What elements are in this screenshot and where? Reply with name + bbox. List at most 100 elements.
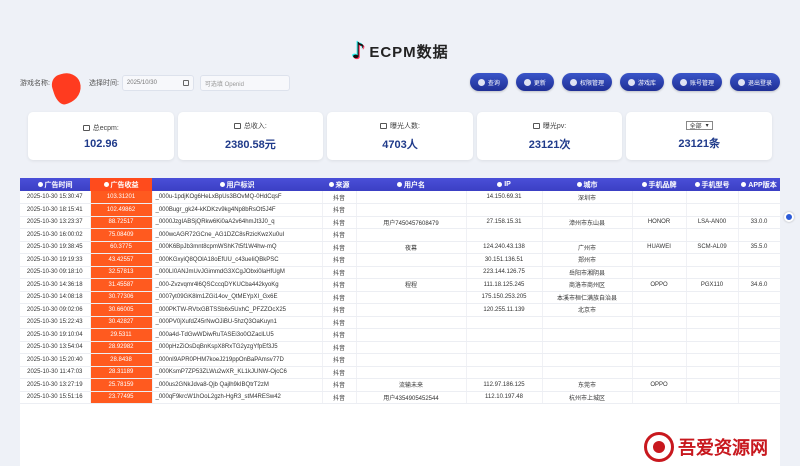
table-cell <box>738 291 780 304</box>
table-cell <box>542 366 633 379</box>
table-cell <box>356 203 467 217</box>
table-cell <box>542 228 633 242</box>
table-row[interactable]: 2025-10-30 18:15:41 102.49862 _000Bugr_gk2… <box>20 203 780 217</box>
table-row[interactable]: 2025-10-30 13:23:37 88.72517 _0000JzgIABSj… <box>20 216 780 229</box>
column-header[interactable]: 用户标识 <box>152 178 322 191</box>
column-header[interactable]: 广告收益 <box>90 178 152 191</box>
table-cell: 岳阳市湘阴县 <box>542 266 633 279</box>
stat-all: 全部 ▾ 23121条 <box>626 112 772 160</box>
game-library-button[interactable]: 游戏库 <box>619 73 664 91</box>
header-icon <box>576 182 582 188</box>
table-cell: 27.158.15.31 <box>466 216 543 229</box>
column-header[interactable]: 手机型号 <box>686 178 738 191</box>
table-cell <box>686 291 739 304</box>
column-header[interactable]: 城市 <box>542 178 632 191</box>
column-header[interactable]: APP版本 <box>738 178 780 191</box>
update-button[interactable]: 更新 <box>515 73 554 91</box>
header-icon <box>694 182 700 188</box>
table-cell <box>466 366 543 379</box>
table-cell: 35.5.0 <box>738 241 780 254</box>
query-button[interactable]: 查询 <box>469 73 508 91</box>
table-cell: _000Bugr_gk24-kKDKzv9kg4Np8bRsOt5J4F <box>152 203 323 217</box>
table-row[interactable]: 2025-10-30 14:08:18 30.77306 _0007yt09GK8l… <box>20 291 780 304</box>
table-cell <box>686 391 739 404</box>
table-cell: 抖音 <box>322 191 357 204</box>
table-cell <box>466 341 543 354</box>
table-cell: 2025-10-30 09:18:10 <box>20 266 91 279</box>
table-row[interactable]: 2025-10-30 09:18:10 32.57813 _000LI0ANJmUv… <box>20 266 780 279</box>
header-icon <box>641 182 647 188</box>
side-toggle-button[interactable] <box>784 212 794 222</box>
column-header[interactable]: IP <box>466 178 542 191</box>
search-icon <box>477 78 485 86</box>
all-value: 23121条 <box>678 138 720 150</box>
calendar-icon[interactable] <box>182 80 189 86</box>
table-cell <box>686 316 739 329</box>
table-row[interactable]: 2025-10-30 19:10:04 29.5311 _000a4d-TdGwWD… <box>20 328 780 342</box>
table-row[interactable]: 2025-10-30 15:30:47 103.31201 _000u-1pdjKO… <box>20 191 780 204</box>
table-cell <box>686 303 739 317</box>
table-cell: 31.45587 <box>90 278 153 292</box>
table-row[interactable]: 2025-10-30 16:00:02 75.08409 _000wcAGR72GC… <box>20 228 780 242</box>
table-cell <box>686 253 739 267</box>
table-cell: _000pHzZiOsDqBnKspX8RxTG2yzgYfpEf3J5 <box>152 341 323 354</box>
table-row[interactable]: 2025-10-30 13:54:04 28.92982 _000pHzZiOsDq… <box>20 341 780 354</box>
column-header[interactable]: 来源 <box>322 178 356 191</box>
table-cell: 30.42827 <box>90 316 153 329</box>
table-row[interactable]: 2025-10-30 19:19:33 43.42557 _000KGxyiQ8QO… <box>20 253 780 267</box>
logout-button[interactable]: 退出登录 <box>729 73 780 91</box>
table-row[interactable]: 2025-10-30 19:38:45 60.3775 _000K6BpJb3mnt… <box>20 241 780 254</box>
column-header[interactable]: 手机品牌 <box>632 178 686 191</box>
table-cell: 2025-10-30 11:47:03 <box>20 366 91 379</box>
income-value: 2380.58元 <box>225 138 276 151</box>
table-cell <box>632 228 687 242</box>
table-row[interactable]: 2025-10-30 11:47:03 28.31189 _000KsmP7ZP53… <box>20 366 780 379</box>
header-icon <box>37 182 43 188</box>
table-cell <box>632 316 687 329</box>
table-cell <box>542 203 633 217</box>
table-row[interactable]: 2025-10-30 09:02:06 30.66005 _000PKTW-RVtx… <box>20 303 780 317</box>
table-cell: 2025-10-30 18:15:41 <box>20 203 91 217</box>
income-icon <box>233 122 241 129</box>
time-label: 选择时间: <box>88 80 119 87</box>
table-cell: _000us2GNkJdva8-Qjb Qajlh9kIBQtrT2zM <box>152 378 323 392</box>
table-cell <box>632 341 687 354</box>
table-cell: _000PV0jXufdZ45rNwOJiBU-5hzQ3OaKuyn1 <box>152 316 323 329</box>
table-row[interactable]: 2025-10-30 15:51:16 23.77495 _000qF9krcW1h… <box>20 391 780 404</box>
table-row[interactable]: 2025-10-30 14:36:18 31.45587 _000-Zvzvqmr4… <box>20 278 780 292</box>
table-cell: _0000JzgIABSjQRkw6Ki0aA2v64hmJt3J0_q <box>152 216 323 229</box>
table-cell <box>542 341 633 354</box>
openid-input[interactable]: 可选填 Openid <box>199 75 290 91</box>
tiktok-logo-icon: ♪ <box>351 38 366 64</box>
lock-icon <box>569 78 577 86</box>
table-cell <box>356 266 467 279</box>
table-cell: 抖音 <box>322 316 357 329</box>
account-button[interactable]: 账号管理 <box>671 73 722 91</box>
table-cell: 抖音 <box>322 303 357 317</box>
table-cell: 30.77306 <box>90 291 153 304</box>
table-cell: 102.49862 <box>90 203 153 217</box>
table-row[interactable]: 2025-10-30 13:27:19 25.78159 _000us2GNkJdv… <box>20 378 780 392</box>
game-select[interactable] <box>49 69 85 107</box>
table-cell: 2025-10-30 15:30:47 <box>20 191 91 204</box>
user-icon <box>679 78 687 86</box>
table-cell <box>686 228 739 242</box>
table-cell: 223.144.126.75 <box>466 266 543 279</box>
table-row[interactable]: 2025-10-30 15:22:43 30.42827 _000PV0jXufdZ… <box>20 316 780 329</box>
table-cell <box>356 328 467 342</box>
date-input[interactable]: 2025/10/30 <box>121 75 194 91</box>
gamepad-icon <box>627 78 635 86</box>
table-cell: 夜幕 <box>356 241 467 254</box>
table-cell: 抖音 <box>322 266 357 279</box>
table-cell <box>632 303 687 317</box>
stat-ecpm: 总ecpm: 102.96 <box>28 112 174 160</box>
scope-select[interactable]: 全部 ▾ <box>685 121 713 130</box>
table-cell <box>686 366 739 379</box>
table-cell: 抖音 <box>322 228 357 242</box>
column-header[interactable]: 用户名 <box>356 178 466 191</box>
header-icon <box>741 182 747 188</box>
permission-button[interactable]: 权限管理 <box>561 73 612 91</box>
table-cell: 2025-10-30 14:36:18 <box>20 278 91 292</box>
column-header[interactable]: 广告时间 <box>20 178 90 191</box>
table-row[interactable]: 2025-10-30 15:20:40 28.8438 _000nI9APR0PHM… <box>20 353 780 367</box>
